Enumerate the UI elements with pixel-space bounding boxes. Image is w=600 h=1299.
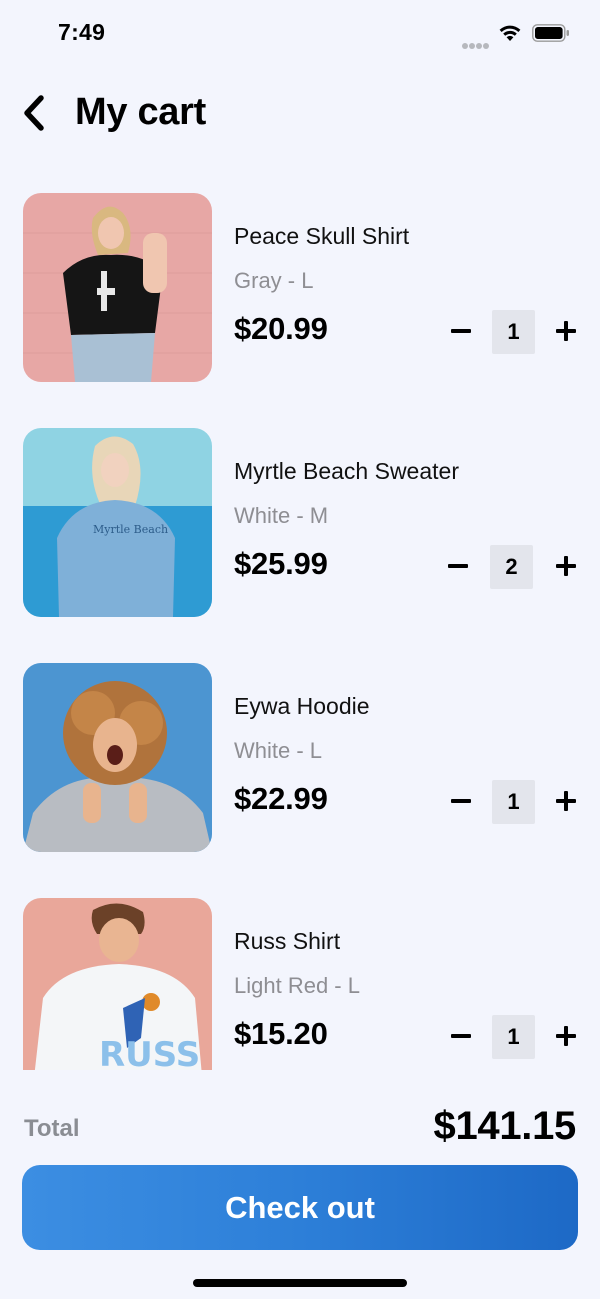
minus-icon	[451, 329, 471, 333]
minus-icon	[451, 799, 471, 803]
increase-quantity-button[interactable]	[553, 1016, 579, 1056]
cart-list[interactable]: Peace Skull Shirt Gray - L $20.99 1 Myrt…	[0, 193, 600, 1070]
cart-item: RUSS Russ Shirt Light Red - L $15.20 1	[0, 898, 600, 1070]
quantity-value: 1	[492, 310, 535, 354]
product-price: $20.99	[234, 311, 328, 346]
decrease-quantity-button[interactable]	[447, 781, 475, 821]
cart-item: Eywa Hoodie White - L $22.99 1	[0, 663, 600, 853]
product-name[interactable]: Myrtle Beach Sweater	[234, 458, 459, 485]
product-price: $25.99	[234, 546, 328, 581]
quantity-value: 1	[492, 780, 535, 824]
status-time: 7:49	[58, 19, 106, 45]
decrease-quantity-button[interactable]	[447, 1016, 475, 1056]
product-variant: Light Red - L	[234, 973, 360, 998]
product-price: $15.20	[234, 1016, 328, 1051]
product-image[interactable]	[23, 193, 212, 382]
increase-quantity-button[interactable]	[553, 546, 579, 586]
battery-icon	[532, 24, 569, 42]
svg-text:RUSS: RUSS	[99, 1035, 200, 1070]
header: My cart	[0, 88, 600, 138]
minus-icon	[448, 564, 468, 568]
product-image[interactable]: RUSS	[23, 898, 212, 1070]
product-variant: White - L	[234, 738, 323, 763]
page-title: My cart	[75, 91, 206, 133]
cellular-signal-icon	[462, 36, 490, 49]
product-name[interactable]: Eywa Hoodie	[234, 693, 370, 720]
decrease-quantity-button[interactable]	[444, 546, 472, 586]
status-bar: 7:49	[0, 0, 600, 66]
total-value: $141.15	[433, 1104, 577, 1148]
cart-item: Myrtle Beach Myrtle Beach Sweater White …	[0, 428, 600, 618]
product-variant: Gray - L	[234, 268, 314, 293]
minus-icon	[451, 1034, 471, 1038]
chevron-left-icon[interactable]	[20, 92, 52, 134]
increase-quantity-button[interactable]	[553, 781, 579, 821]
increase-quantity-button[interactable]	[553, 311, 579, 351]
product-price: $22.99	[234, 781, 328, 816]
total-label: Total	[24, 1115, 80, 1142]
product-name[interactable]: Peace Skull Shirt	[234, 223, 409, 250]
checkout-button[interactable]: Check out	[22, 1165, 578, 1250]
home-indicator	[193, 1279, 407, 1287]
wifi-icon	[499, 25, 521, 41]
quantity-value: 1	[492, 1015, 535, 1059]
product-image[interactable]	[23, 663, 212, 852]
product-variant: White - M	[234, 503, 329, 528]
quantity-value: 2	[490, 545, 533, 589]
decrease-quantity-button[interactable]	[447, 311, 475, 351]
cart-item: Peace Skull Shirt Gray - L $20.99 1	[0, 193, 600, 383]
product-image[interactable]: Myrtle Beach	[23, 428, 212, 617]
svg-text:Myrtle Beach: Myrtle Beach	[93, 523, 168, 536]
product-name[interactable]: Russ Shirt	[234, 928, 340, 955]
